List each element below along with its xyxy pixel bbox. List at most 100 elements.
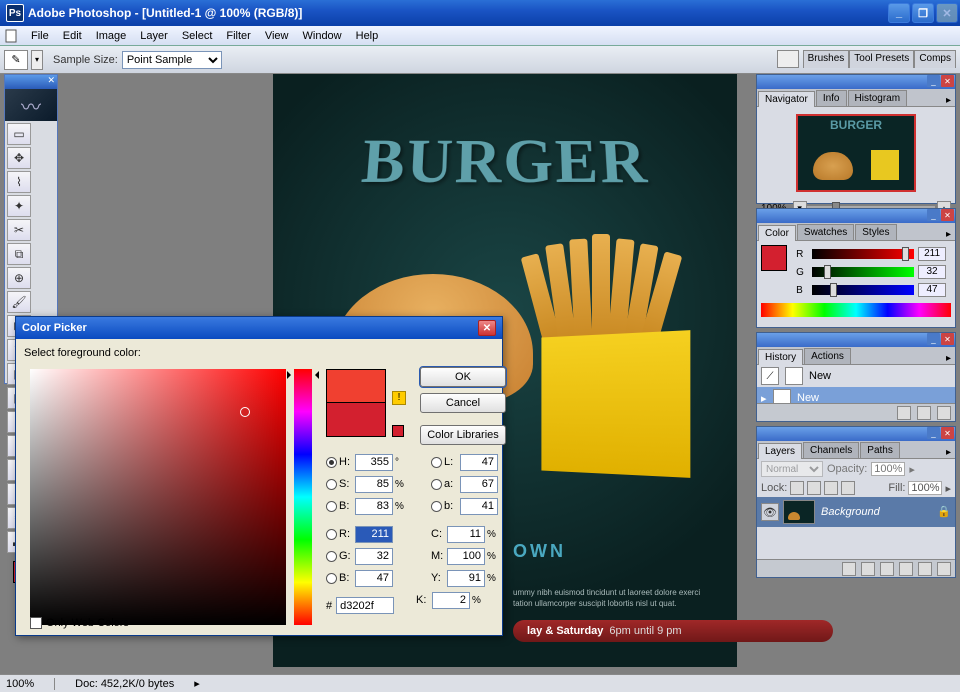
brgb-input[interactable]: [355, 570, 393, 587]
gamut-warning-icon[interactable]: !: [392, 391, 406, 405]
panel-menu-icon[interactable]: ▸: [946, 95, 951, 106]
panel-minimize-icon[interactable]: _: [927, 209, 940, 221]
tab-history[interactable]: History: [758, 349, 803, 365]
color-libraries-button[interactable]: Color Libraries: [420, 425, 506, 445]
s-input[interactable]: [355, 476, 393, 493]
color-header[interactable]: _✕: [757, 209, 955, 223]
color-picker-ring[interactable]: [240, 407, 250, 417]
toolbox-header[interactable]: [5, 75, 57, 89]
hue-handle[interactable]: [289, 371, 317, 379]
maximize-button[interactable]: ❐: [912, 3, 934, 23]
bhsb-input[interactable]: [355, 498, 393, 515]
h-radio[interactable]: [326, 457, 337, 468]
panel-menu-icon[interactable]: ▸: [946, 447, 951, 458]
history-header[interactable]: _✕: [757, 333, 955, 347]
new-doc-icon[interactable]: [897, 406, 911, 420]
r-radio[interactable]: [326, 529, 337, 540]
only-web-checkbox[interactable]: [30, 617, 42, 629]
eyedropper-icon[interactable]: ✎: [4, 50, 28, 70]
slice-tool[interactable]: ⧉: [7, 243, 31, 265]
blab-input[interactable]: [460, 498, 498, 515]
lasso-tool[interactable]: ⌇: [7, 171, 31, 193]
brush-tool[interactable]: 🖌: [7, 291, 31, 313]
status-doc-size[interactable]: Doc: 452,2K/0 bytes: [75, 678, 174, 690]
minimize-button[interactable]: _: [888, 3, 910, 23]
menu-window[interactable]: Window: [296, 28, 349, 44]
h-input[interactable]: [355, 454, 393, 471]
tab-paths[interactable]: Paths: [860, 442, 900, 458]
new-set-icon[interactable]: [880, 562, 894, 576]
move-tool[interactable]: ✥: [7, 147, 31, 169]
color-field[interactable]: [30, 369, 286, 625]
b-value[interactable]: 47: [918, 283, 946, 297]
adjustment-icon[interactable]: [899, 562, 913, 576]
opacity-value[interactable]: 100%: [871, 462, 905, 476]
websafe-swatch[interactable]: [392, 425, 404, 437]
g-slider[interactable]: [812, 267, 914, 277]
new-layer-icon[interactable]: [918, 562, 932, 576]
crop-tool[interactable]: ✂: [7, 219, 31, 241]
brgb-radio[interactable]: [326, 573, 337, 584]
tab-swatches[interactable]: Swatches: [797, 224, 854, 240]
menu-filter[interactable]: Filter: [219, 28, 257, 44]
marquee-tool[interactable]: ▭: [7, 123, 31, 145]
status-zoom[interactable]: 100%: [6, 678, 34, 690]
lock-move-icon[interactable]: [824, 481, 838, 495]
file-browser-icon[interactable]: [777, 50, 799, 68]
y-input[interactable]: [447, 570, 485, 587]
sample-size-select[interactable]: Point Sample: [122, 51, 222, 69]
color-swatch[interactable]: [761, 245, 787, 271]
fill-value[interactable]: 100%: [908, 481, 942, 495]
dialog-close-button[interactable]: ✕: [478, 320, 496, 336]
tool-preset-dropdown[interactable]: ▾: [31, 50, 43, 70]
lock-all-icon[interactable]: [841, 481, 855, 495]
layer-thumbnail[interactable]: [783, 500, 815, 524]
menu-file[interactable]: File: [24, 28, 56, 44]
menu-edit[interactable]: Edit: [56, 28, 89, 44]
l-radio[interactable]: [431, 457, 442, 468]
tab-tool-presets[interactable]: Tool Presets: [849, 50, 914, 68]
c-input[interactable]: [447, 526, 485, 543]
hex-input[interactable]: [336, 597, 394, 614]
menu-image[interactable]: Image: [89, 28, 134, 44]
current-color-preview[interactable]: [326, 403, 386, 437]
panel-minimize-icon[interactable]: _: [927, 427, 940, 439]
blab-radio[interactable]: [431, 501, 442, 512]
menu-layer[interactable]: Layer: [133, 28, 175, 44]
panel-close-icon[interactable]: ✕: [941, 427, 954, 439]
lock-transparency-icon[interactable]: [790, 481, 804, 495]
panel-close-icon[interactable]: ✕: [941, 209, 954, 221]
tab-channels[interactable]: Channels: [803, 442, 859, 458]
b-slider[interactable]: [812, 285, 914, 295]
g-input[interactable]: [355, 548, 393, 565]
panel-close-icon[interactable]: ✕: [941, 333, 954, 345]
r-input[interactable]: [355, 526, 393, 543]
tab-comps[interactable]: Comps: [914, 50, 956, 68]
dialog-titlebar[interactable]: Color Picker ✕: [16, 317, 502, 339]
panel-minimize-icon[interactable]: _: [927, 333, 940, 345]
tab-styles[interactable]: Styles: [855, 224, 896, 240]
r-slider[interactable]: [812, 249, 914, 259]
tab-layers[interactable]: Layers: [758, 443, 802, 459]
wand-tool[interactable]: ✦: [7, 195, 31, 217]
tab-info[interactable]: Info: [816, 90, 847, 106]
hue-slider[interactable]: [294, 369, 312, 625]
a-input[interactable]: [460, 476, 498, 493]
panel-menu-icon[interactable]: ▸: [946, 353, 951, 364]
tab-color[interactable]: Color: [758, 225, 796, 241]
g-value[interactable]: 32: [918, 265, 946, 279]
heal-tool[interactable]: ⊕: [7, 267, 31, 289]
menu-view[interactable]: View: [258, 28, 296, 44]
a-radio[interactable]: [431, 479, 442, 490]
visibility-icon[interactable]: 👁: [761, 503, 779, 521]
k-input[interactable]: [432, 592, 470, 609]
status-menu-icon[interactable]: ▸: [194, 677, 200, 690]
r-value[interactable]: 211: [918, 247, 946, 261]
blend-mode-select[interactable]: Normal: [761, 461, 823, 477]
cancel-button[interactable]: Cancel: [420, 393, 506, 413]
navigator-header[interactable]: _✕: [757, 75, 955, 89]
g-radio[interactable]: [326, 551, 337, 562]
color-spectrum[interactable]: [761, 303, 951, 317]
dropdown-icon[interactable]: ▸: [909, 463, 915, 476]
trash-icon[interactable]: [937, 562, 951, 576]
